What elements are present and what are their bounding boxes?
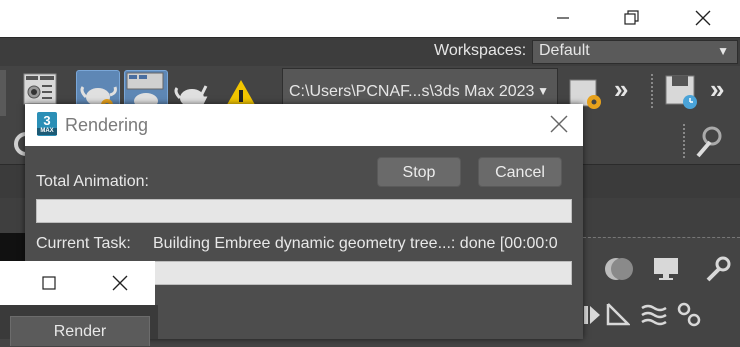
dropdown-arrow-icon: ▼ bbox=[537, 84, 549, 98]
maximize-button[interactable] bbox=[26, 261, 72, 305]
render-window-body: Render bbox=[0, 305, 158, 346]
toolbar-separator bbox=[651, 74, 653, 110]
display-monitor-icon[interactable] bbox=[652, 256, 682, 284]
close-icon bbox=[695, 10, 711, 25]
minimize-button[interactable] bbox=[540, 0, 586, 35]
total-animation-label: Total Animation: bbox=[36, 173, 149, 190]
window-title-bar bbox=[0, 0, 740, 37]
current-task-label: Current Task: bbox=[36, 235, 131, 252]
close-icon bbox=[112, 275, 128, 291]
restore-button[interactable] bbox=[609, 0, 655, 35]
dialog-close-icon[interactable] bbox=[547, 112, 571, 136]
total-progress-bar bbox=[36, 199, 572, 223]
wrench-icon[interactable] bbox=[702, 254, 732, 284]
command-panel bbox=[578, 237, 740, 340]
3ds-max-logo-icon: 3 MAX bbox=[37, 112, 57, 136]
minimize-icon bbox=[557, 16, 569, 19]
dropdown-arrow-icon: ▼ bbox=[717, 44, 729, 58]
workspaces-dropdown[interactable]: Default ▼ bbox=[532, 40, 738, 64]
brush-gear-icon[interactable] bbox=[692, 124, 728, 160]
toolbar-edge bbox=[0, 70, 6, 116]
close-window-button[interactable] bbox=[680, 0, 726, 35]
render-window-title-bar bbox=[0, 261, 155, 305]
stop-button[interactable]: Stop bbox=[377, 157, 461, 187]
angle-snap-icon[interactable] bbox=[604, 300, 630, 328]
save-button[interactable] bbox=[662, 70, 706, 116]
cancel-button[interactable]: Cancel bbox=[478, 157, 562, 187]
workspaces-value: Default bbox=[539, 42, 590, 59]
toolbar-separator-2 bbox=[683, 124, 685, 158]
menu-strip: Workspaces: Default ▼ bbox=[0, 37, 740, 66]
project-path-value: C:\Users\PCNAF...s\3ds Max 2023 bbox=[289, 83, 535, 100]
save-clock-icon bbox=[665, 75, 697, 109]
render-window-close-button[interactable] bbox=[97, 261, 143, 305]
dialog-title: Rendering bbox=[65, 115, 149, 135]
render-button[interactable]: Render bbox=[10, 316, 150, 346]
workspaces-label: Workspaces: bbox=[434, 42, 527, 59]
overflow-chevron-icon[interactable]: » bbox=[614, 74, 628, 105]
current-task-value: Building Embree dynamic geometry tree...… bbox=[153, 235, 558, 252]
playback-icon[interactable] bbox=[580, 302, 602, 328]
dialog-title-bar: 3 MAX Rendering bbox=[25, 104, 583, 146]
material-sphere-icon[interactable] bbox=[600, 254, 636, 284]
maximize-icon bbox=[42, 276, 56, 290]
wave-icon[interactable] bbox=[640, 300, 668, 328]
overflow-chevron-icon-2[interactable]: » bbox=[710, 74, 724, 105]
restore-icon bbox=[624, 9, 639, 25]
gears-icon[interactable] bbox=[676, 300, 702, 328]
